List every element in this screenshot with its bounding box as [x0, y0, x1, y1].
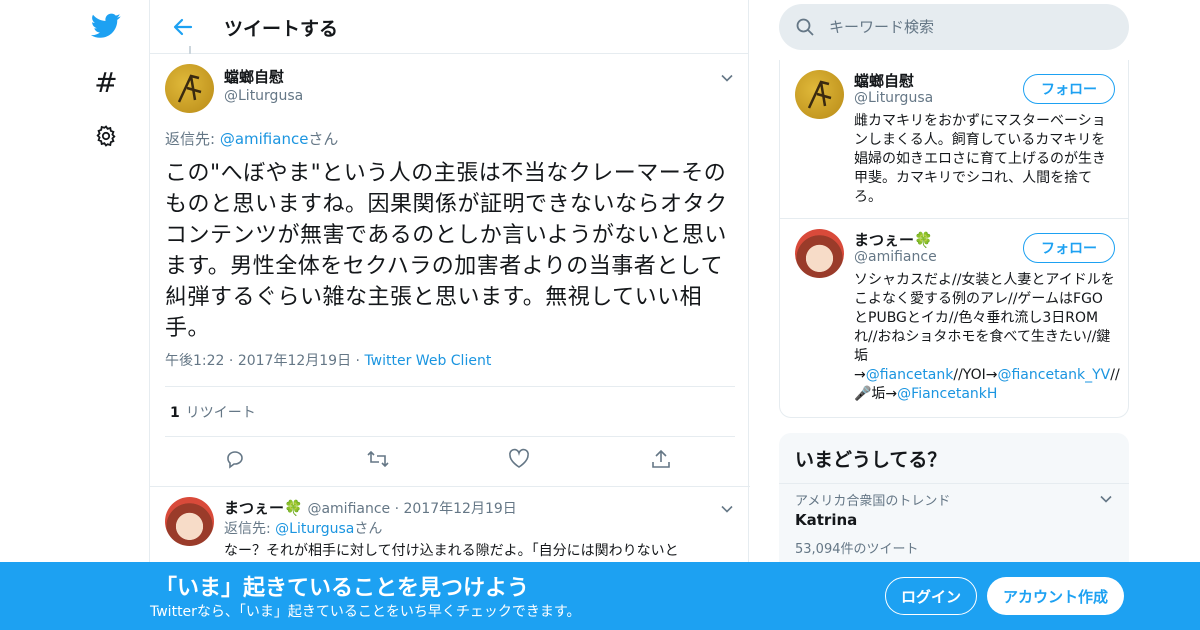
- bio-link[interactable]: @fiancetank: [866, 367, 954, 383]
- user-bio: ソシャカスだよ//女装と人妻とアイドルをこよなく愛する例のアレ//ゲームはFGO…: [854, 271, 1120, 404]
- thread-connector: [189, 46, 191, 54]
- bio-link[interactable]: @FiancetankH: [897, 386, 997, 402]
- retweet-icon[interactable]: [366, 448, 390, 472]
- avatar[interactable]: [795, 229, 844, 278]
- trend-count: 53,094件のツイート: [795, 542, 919, 557]
- trends-title: いまどうしてる？: [795, 449, 947, 471]
- user-card[interactable]: まつぇー🍀 @amifiance フォロー ソシャカスだよ//女装と人妻とアイド…: [780, 219, 1130, 418]
- trend-category: アメリカ合衆国のトレンド: [795, 494, 951, 509]
- explore-hashtag-icon[interactable]: #: [90, 66, 122, 99]
- reply-author-name[interactable]: まつぇー🍀: [224, 499, 303, 517]
- reply-header: まつぇー🍀 @amifiance · 2017年12月19日: [224, 499, 517, 517]
- tweet-date[interactable]: 2017年12月19日: [238, 353, 351, 369]
- login-button[interactable]: ログイン: [885, 577, 977, 615]
- reply-to-line: 返信先: @Liturgusaさん: [224, 518, 382, 538]
- divider: [165, 386, 735, 387]
- follow-button[interactable]: フォロー: [1023, 233, 1115, 263]
- reply-to-link[interactable]: @Liturgusa: [275, 521, 354, 537]
- bio-link[interactable]: @fiancetank_YV: [997, 367, 1110, 383]
- page-title: ツイートする: [224, 18, 339, 40]
- user-handle[interactable]: @amifiance: [854, 249, 937, 265]
- author-handle[interactable]: @Liturgusa: [224, 88, 303, 104]
- bio-text: //YOI→: [953, 367, 998, 383]
- signup-button[interactable]: アカウント作成: [987, 577, 1124, 615]
- avatar[interactable]: [165, 497, 214, 546]
- reply-date[interactable]: 2017年12月19日: [404, 501, 517, 517]
- gear-icon[interactable]: [90, 120, 122, 152]
- reply-prefix: 返信先:: [224, 521, 276, 537]
- left-nav: #: [0, 0, 150, 630]
- reply-author-handle[interactable]: @amifiance: [307, 501, 390, 517]
- author-name[interactable]: 蟷螂自慰: [224, 66, 284, 87]
- user-name[interactable]: 蟷螂自慰: [854, 70, 914, 91]
- like-heart-icon[interactable]: [508, 448, 532, 472]
- chevron-down-icon[interactable]: [720, 70, 734, 84]
- banner-subtitle: Twitterなら、「いま」起きていることをいち早くチェックできます。: [150, 604, 581, 620]
- user-handle[interactable]: @Liturgusa: [854, 90, 933, 106]
- search-icon: [795, 17, 815, 37]
- user-name[interactable]: まつぇー🍀: [854, 229, 933, 250]
- user-bio: 雌カマキリをおかずにマスターベーションしまくる人。飼育しているカマキリを娼婦の如…: [854, 113, 1106, 205]
- main-column: ツイートする 蟷螂自慰 @Liturgusa 返信先: @amifianceさん…: [149, 0, 750, 630]
- user-card[interactable]: 蟷螂自慰 @Liturgusa フォロー 雌カマキリをおかずにマスターベーション…: [780, 60, 1130, 218]
- back-arrow-icon[interactable]: [168, 12, 198, 42]
- twitter-bird-icon[interactable]: [90, 10, 122, 42]
- tweet-client[interactable]: Twitter Web Client: [364, 353, 491, 369]
- chevron-down-icon[interactable]: [720, 501, 734, 515]
- retweet-stats[interactable]: 1 リツイート: [170, 402, 256, 422]
- reply-text: なー？それが相手に対して付け込まれる隙だよ。「自分には関わりないと: [224, 543, 679, 559]
- who-to-follow-panel: 蟷螂自慰 @Liturgusa フォロー 雌カマキリをおかずにマスターベーション…: [779, 60, 1129, 418]
- reply-to-link[interactable]: @amifiance: [220, 130, 309, 148]
- reply-suffix: さん: [308, 130, 339, 148]
- divider: [779, 483, 1129, 484]
- avatar[interactable]: [165, 64, 214, 113]
- search-input[interactable]: [829, 4, 1109, 50]
- reply-suffix: さん: [354, 521, 383, 537]
- tweet-meta: 午後1:22 · 2017年12月19日 · Twitter Web Clien…: [165, 353, 492, 369]
- search-box: [779, 4, 1129, 50]
- main-header: ツイートする: [150, 0, 748, 54]
- tweet-text: この"へぼやま"という人の主張は不当なクレーマーそのものと思いますね。因果関係が…: [165, 161, 728, 341]
- follow-button[interactable]: フォロー: [1023, 74, 1115, 104]
- retweet-count: 1: [170, 405, 180, 421]
- right-sidebar: 蟷螂自慰 @Liturgusa フォロー 雌カマキリをおかずにマスターベーション…: [779, 0, 1129, 630]
- banner-title: 「いま」起きていることを見つけよう: [155, 576, 530, 601]
- tweet-time[interactable]: 午後1:22: [165, 353, 224, 369]
- reply-to-line: 返信先: @amifianceさん: [165, 128, 338, 149]
- chevron-down-icon[interactable]: [1099, 491, 1113, 505]
- tweet-actions: [150, 434, 750, 486]
- trend-name[interactable]: Katrina: [795, 511, 857, 529]
- reply-prefix: 返信先:: [165, 130, 220, 148]
- retweet-label: リツイート: [185, 405, 256, 421]
- avatar[interactable]: [795, 70, 844, 119]
- signup-banner: 「いま」起きていることを見つけよう Twitterなら、「いま」起きていることを…: [0, 562, 1200, 630]
- focused-tweet: 蟷螂自慰 @Liturgusa 返信先: @amifianceさん この"へぼや…: [150, 54, 750, 486]
- reply-icon[interactable]: [224, 448, 248, 472]
- share-icon[interactable]: [650, 448, 674, 472]
